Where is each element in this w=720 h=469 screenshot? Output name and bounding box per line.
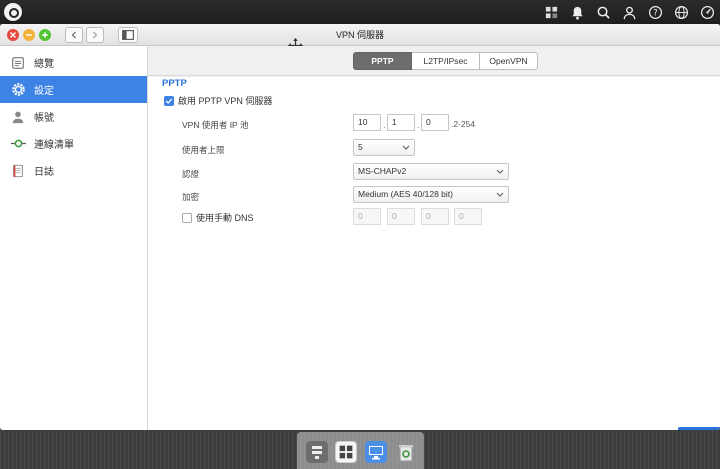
sidebar-item-label: 連線清單 bbox=[34, 140, 74, 151]
section-title: PPTP bbox=[162, 78, 187, 89]
sidebar-item-label: 日誌 bbox=[34, 167, 54, 178]
chevron-down-icon bbox=[496, 192, 504, 197]
ip-pool-label: VPN 使用者 IP 池 bbox=[182, 120, 249, 130]
app-launcher-dock-icon[interactable] bbox=[306, 441, 328, 463]
language-globe-icon[interactable] bbox=[668, 0, 694, 24]
search-icon[interactable] bbox=[590, 0, 616, 24]
sidebar-item-connection-list[interactable]: 連線清單 bbox=[0, 130, 147, 157]
encryption-select[interactable]: Medium (AES 40/128 bit) bbox=[353, 186, 509, 203]
sidebar-item-accounts[interactable]: 帳號 bbox=[0, 103, 147, 130]
connection-list-icon bbox=[10, 136, 26, 152]
auth-label: 認證 bbox=[182, 169, 200, 179]
dns-octet-4[interactable]: 0 bbox=[454, 208, 482, 225]
dns-octet-3[interactable]: 0 bbox=[421, 208, 449, 225]
vpn-server-window: VPN 伺服器 總覽 設定 帳號 連線清單 日誌 PPTP L2TP/IPsec… bbox=[0, 24, 720, 430]
user-account-icon[interactable] bbox=[616, 0, 642, 24]
manual-dns-row: 使用手動 DNS bbox=[182, 211, 254, 224]
settings-gear-icon bbox=[10, 82, 26, 98]
recycle-bin-dock-icon[interactable] bbox=[395, 441, 417, 463]
task-manager-icon[interactable] bbox=[538, 0, 564, 24]
auth-select[interactable]: MS-CHAPv2 bbox=[353, 163, 509, 180]
dashboard-gauge-icon[interactable] bbox=[694, 0, 720, 24]
tab-openvpn[interactable]: OpenVPN bbox=[480, 52, 538, 70]
main-panel: PPTP L2TP/IPsec OpenVPN PPTP 啟用 PPTP VPN… bbox=[148, 46, 720, 430]
apply-button[interactable]: 套用 bbox=[678, 427, 720, 430]
sidebar-item-logs[interactable]: 日誌 bbox=[0, 157, 147, 184]
user-icon bbox=[10, 109, 26, 125]
help-icon[interactable]: ? bbox=[642, 0, 668, 24]
auth-value: MS-CHAPv2 bbox=[358, 166, 407, 176]
svg-text:?: ? bbox=[653, 7, 657, 17]
window-titlebar: VPN 伺服器 bbox=[0, 24, 720, 46]
encryption-label: 加密 bbox=[182, 192, 200, 202]
system-tray: ? bbox=[538, 0, 720, 24]
enable-pptp-row: 啟用 PPTP VPN 伺服器 bbox=[164, 94, 272, 107]
sidebar: 總覽 設定 帳號 連線清單 日誌 bbox=[0, 46, 148, 430]
ip-pool-range: .2-254 bbox=[451, 119, 476, 129]
protocol-tabs-bar: PPTP L2TP/IPsec OpenVPN bbox=[148, 46, 720, 76]
system-top-bar: ? bbox=[0, 0, 720, 24]
max-users-label: 使用者上限 bbox=[182, 145, 225, 155]
sidebar-item-settings[interactable]: 設定 bbox=[0, 76, 147, 103]
encryption-value: Medium (AES 40/128 bit) bbox=[358, 189, 453, 199]
ip-dot: . bbox=[417, 120, 420, 130]
enable-pptp-checkbox[interactable] bbox=[164, 95, 174, 106]
tab-l2tp-ipsec[interactable]: L2TP/IPsec bbox=[412, 52, 480, 70]
sidebar-item-overview[interactable]: 總覽 bbox=[0, 49, 147, 76]
dns-octet-2[interactable]: 0 bbox=[387, 208, 415, 225]
max-users-select[interactable]: 5 bbox=[353, 139, 415, 156]
sidebar-item-label: 設定 bbox=[34, 86, 54, 97]
overview-icon bbox=[10, 55, 26, 71]
chevron-down-icon bbox=[496, 169, 504, 174]
log-icon bbox=[10, 163, 26, 179]
protocol-tabs: PPTP L2TP/IPsec OpenVPN bbox=[353, 52, 538, 70]
manual-dns-label: 使用手動 DNS bbox=[196, 213, 254, 223]
notification-bell-icon[interactable] bbox=[564, 0, 590, 24]
ip-pool-octet-2[interactable]: 1 bbox=[387, 114, 415, 131]
desktop-dock-icon[interactable] bbox=[365, 441, 387, 463]
ip-pool-octet-3[interactable]: 0 bbox=[421, 114, 449, 131]
enable-pptp-label: 啟用 PPTP VPN 伺服器 bbox=[178, 96, 273, 106]
pptp-settings-panel: PPTP 啟用 PPTP VPN 伺服器 VPN 使用者 IP 池 10 . 1… bbox=[148, 77, 720, 430]
ip-dot: . bbox=[383, 120, 386, 130]
dns-octet-1[interactable]: 0 bbox=[353, 208, 381, 225]
window-title: VPN 伺服器 bbox=[335, 30, 384, 40]
ip-pool-octet-1[interactable]: 10 bbox=[353, 114, 381, 131]
checkmark-icon bbox=[165, 98, 173, 104]
taskbar-dock bbox=[297, 432, 424, 469]
sidebar-item-label: 總覽 bbox=[34, 59, 54, 70]
tab-pptp[interactable]: PPTP bbox=[353, 52, 412, 70]
qnap-logo-icon[interactable] bbox=[4, 3, 22, 21]
chevron-down-icon bbox=[402, 145, 410, 150]
manual-dns-checkbox[interactable] bbox=[182, 212, 192, 223]
main-menu-dock-icon[interactable] bbox=[335, 441, 357, 463]
max-users-value: 5 bbox=[358, 142, 363, 152]
sidebar-item-label: 帳號 bbox=[34, 113, 54, 124]
